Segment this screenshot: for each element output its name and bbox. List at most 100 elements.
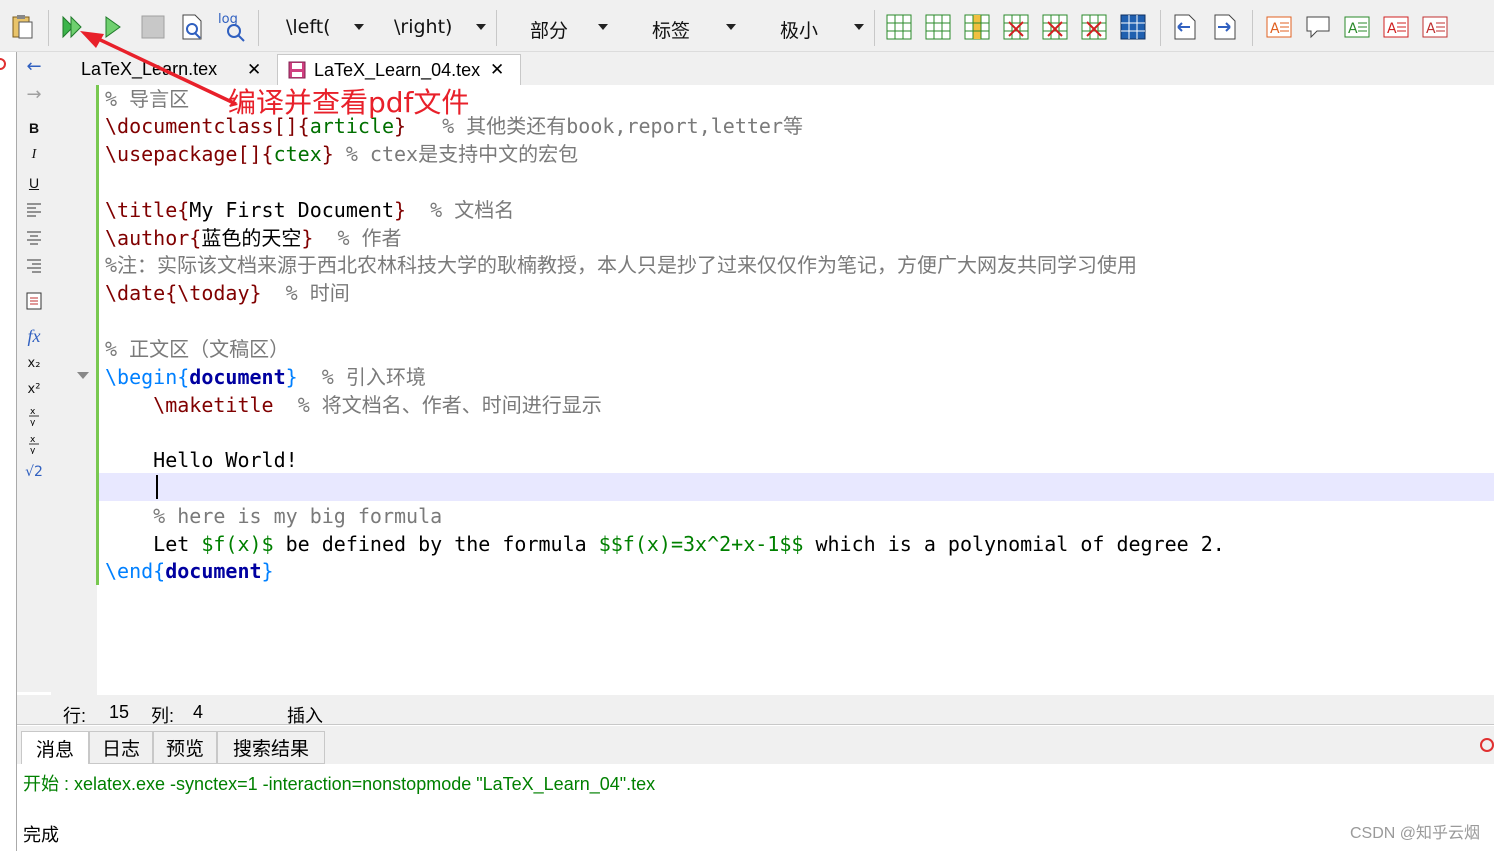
sqrt-button[interactable]: √2 [17,464,51,480]
insert-mode: 插入 [287,706,323,726]
size-dropdown[interactable]: 极小 [748,12,868,42]
superscript-button[interactable]: x² [17,382,51,397]
chevron-down-icon [598,24,608,30]
svg-text:y: y [30,446,36,454]
svg-text:A: A [1426,21,1436,37]
add-row-icon[interactable] [925,12,951,42]
tab-label: LaTeX_Learn.tex [81,59,218,79]
italic-button[interactable]: I [17,147,51,163]
align-center-icon[interactable] [17,230,51,250]
code-line-14: Hello World! [153,448,298,472]
code-line-12: \maketitle % 将文档名、作者、时间进行显示 [153,393,602,417]
comment-icon[interactable] [1305,12,1331,42]
fraction-button[interactable]: xy [17,406,51,429]
dfrac-button[interactable]: xy [17,434,51,457]
forward-arrow-icon[interactable]: → [17,84,51,105]
current-line-highlight [99,473,1494,501]
section-value: 部分 [530,20,569,42]
tab-search-results[interactable]: 搜索结果 [217,731,325,764]
text-outline-icon[interactable]: A [1422,12,1448,42]
table-format-icon[interactable] [1120,12,1146,42]
chevron-down-icon [726,24,736,30]
column-value: 4 [193,702,204,722]
right-delim-value: \right) [394,16,453,38]
code-line-18: \end{document} [105,559,274,583]
code-line-11: \begin{document} % 引入环境 [105,365,426,389]
code-line-5: \title{My First Document} % 文档名 [105,198,515,222]
tab-label: LaTeX_Learn_04.tex [314,59,481,80]
fold-arrow-icon[interactable] [77,372,89,379]
size-value: 极小 [780,20,819,42]
text-red-icon[interactable]: A [1383,12,1409,42]
close-panel-icon[interactable] [0,58,6,70]
tab-log[interactable]: 日志 [89,731,153,764]
message-panel: 开始 : xelatex.exe -synctex=1 -interaction… [17,764,1494,851]
align-left-icon[interactable] [17,202,51,222]
align-right-icon[interactable] [17,258,51,278]
text-green-icon[interactable]: A [1344,12,1370,42]
left-delim-value: \left( [286,16,331,38]
section-dropdown[interactable]: 部分 [504,12,614,42]
format-toolbar: ← → B I U fx x₂ x² xy xy √2 [17,52,51,692]
close-icon[interactable]: ✕ [247,60,261,80]
code-line-8: \date{\today} % 时间 [105,281,350,305]
text-cursor [156,475,158,499]
paste-icon[interactable] [10,12,36,42]
text-box-icon[interactable]: A [1266,12,1292,42]
compile-icon[interactable] [100,12,126,42]
svg-text:y: y [30,418,36,426]
tab-preview[interactable]: 预览 [153,731,217,764]
close-icon[interactable]: ✕ [490,60,504,80]
log-label: log [218,12,238,27]
message-start: 开始 : xelatex.exe -synctex=1 -interaction… [23,774,656,794]
add-column-icon[interactable] [964,12,990,42]
cut-cell-icon[interactable] [1081,12,1107,42]
code-line-7: %注：实际该文档来源于西北农林科技大学的耿楠教授，本人只是抄了过来仅仅作为笔记，… [105,253,1138,277]
subscript-button[interactable]: x₂ [17,356,51,371]
close-output-icon[interactable] [1480,738,1494,752]
function-button[interactable]: fx [17,326,51,347]
right-delim-dropdown[interactable]: \right) [372,12,490,42]
status-bar: 行: 15 列: 4 插入 [17,695,1494,726]
row-label: 行: [63,706,87,726]
structure-panel-edge [0,52,17,851]
label-value: 标签 [652,20,691,42]
code-line-10: % 正文区（文稿区） [105,337,290,361]
unindent-icon[interactable] [1172,12,1198,42]
table-icon[interactable] [886,12,912,42]
column-label: 列: [151,706,175,726]
watermark: CSDN @知乎云烟 [1349,825,1480,842]
chevron-down-icon [854,24,864,30]
left-delim-dropdown[interactable]: \left( [264,12,368,42]
chevron-down-icon [354,24,364,30]
chevron-down-icon [476,24,486,30]
line-gutter [51,85,97,695]
main-toolbar: log \left( \right) 部分 标签 极小 A A A A [0,0,1494,52]
svg-text:A: A [1348,21,1358,37]
code-line-3: \usepackage[]{ctex} % ctex是支持中文的宏包 [105,142,579,166]
message-done: 完成 [23,825,59,845]
code-line-17: Let $f(x)$ be defined by the formula $$f… [153,532,1225,556]
svg-text:A: A [1270,21,1280,37]
output-tabs: 消息 日志 预览 搜索结果 [17,726,1494,764]
bold-button[interactable]: B [17,120,51,136]
svg-text:A: A [1387,21,1397,37]
delete-column-icon[interactable] [1042,12,1068,42]
tab-messages[interactable]: 消息 [21,731,89,764]
view-pdf-icon[interactable] [179,12,205,42]
back-arrow-icon[interactable]: ← [17,56,51,77]
code-line-1: % 导言区 [105,87,190,111]
underline-button[interactable]: U [17,175,51,191]
stop-icon[interactable] [140,12,166,42]
view-log-icon[interactable]: log [216,12,248,42]
delete-row-icon[interactable] [1003,12,1029,42]
row-value: 15 [109,702,130,722]
code-line-16: % here is my big formula [153,504,443,528]
code-editor[interactable]: % 导言区 \documentclass[]{article} % 其他类还有b… [51,85,1494,695]
indent-icon[interactable] [1212,12,1238,42]
annotation-text: 编译并查看pdf文件 [228,86,470,119]
label-dropdown[interactable]: 标签 [620,12,742,42]
build-view-icon[interactable] [60,12,86,42]
insert-page-icon[interactable] [17,292,51,314]
code-line-6: \author{蓝色的天空} % 作者 [105,226,402,250]
